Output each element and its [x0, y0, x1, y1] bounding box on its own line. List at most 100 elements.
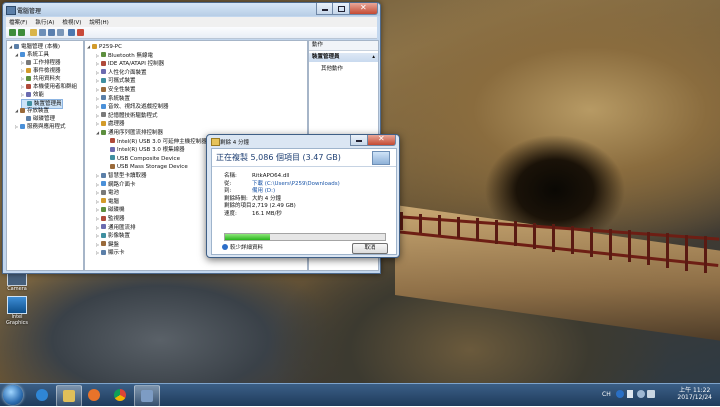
forward-arrow-icon[interactable] — [18, 29, 25, 36]
tree-item[interactable]: ▷ 通用匯流排 — [96, 224, 136, 232]
guard-rail-post — [590, 227, 593, 257]
help-icon[interactable] — [48, 29, 55, 36]
taskbar-explorer[interactable] — [56, 385, 82, 407]
tree-item-label: 人性化介面裝置 — [108, 69, 147, 76]
menu-help[interactable]: 說明(H) — [89, 17, 108, 26]
tree-item[interactable]: ▷ 工作排程器 — [21, 59, 61, 67]
dialog-close-button[interactable]: ✕ — [367, 134, 396, 146]
device-category-icon — [26, 59, 31, 65]
tree-item[interactable]: ▷ 智慧型卡讀取器 — [96, 172, 147, 180]
tree-item[interactable]: ◢ P259-PC — [87, 43, 122, 51]
taskbar-computer-management[interactable] — [134, 385, 160, 407]
tree-item[interactable]: USB Composite Device — [105, 155, 180, 163]
tree-item[interactable]: ▷ 網路介面卡 — [96, 181, 136, 189]
tree-item[interactable]: ◢ 系統工具 — [15, 51, 49, 59]
copy-detail-value[interactable]: 備用 (D:) — [252, 188, 275, 194]
folder-icon[interactable] — [30, 29, 37, 36]
chrome-icon — [114, 389, 126, 401]
navigation-tree[interactable]: ◢ 電腦管理 (本機) ◢ 系統工具 ▷ 工作排程器 ▷ 事件檢視器 ▷ 共用資料夾 ▷ 本機使用者和… — [6, 40, 84, 271]
taskbar-ie[interactable] — [30, 385, 54, 405]
tree-item-label: 共用資料夾 — [33, 76, 61, 82]
start-button[interactable] — [3, 385, 23, 405]
tree-item[interactable]: ▷ 服務與應用程式 — [15, 123, 66, 131]
dialog-minimize-button[interactable] — [350, 135, 368, 146]
tree-item[interactable]: 磁碟管理 — [21, 115, 55, 123]
tree-item[interactable]: ▷ 本機使用者和群組 — [21, 83, 77, 91]
volume-icon[interactable] — [647, 390, 655, 398]
tree-item[interactable]: ▷ 事件檢視器 — [21, 67, 61, 75]
guard-rail-post — [609, 228, 612, 260]
close-button[interactable]: ✕ — [349, 3, 378, 15]
action-center-flag-icon[interactable] — [627, 390, 633, 398]
tree-item-label: 鍵盤 — [108, 241, 120, 248]
tree-item-label: 通用序列匯流排控制器 — [108, 130, 164, 136]
uninstall-icon[interactable] — [77, 29, 84, 36]
copy-detail-value[interactable]: 下載 (C:\Users\P259\Downloads) — [252, 181, 340, 187]
maximize-button[interactable] — [332, 3, 350, 15]
tree-item[interactable]: ▷ 電腦 — [96, 198, 119, 206]
tree-item[interactable]: ▷ 鍵盤 — [96, 241, 119, 249]
menu-file[interactable]: 檔案(F) — [9, 17, 27, 26]
tree-item[interactable]: ▷ 人性化介面裝置 — [96, 69, 147, 77]
tree-item[interactable]: ▷ 監視器 — [96, 215, 125, 223]
tree-item[interactable]: ▷ 系統裝置 — [96, 95, 130, 103]
actions-more-label: 其他動作 — [321, 66, 344, 72]
tree-item[interactable]: ▷ 電池 — [96, 189, 119, 197]
tree-item[interactable]: Intel(R) USB 3.0 根集線器 — [105, 146, 185, 154]
tree-item-label: 記憶體技術驅動程式 — [108, 112, 158, 119]
back-arrow-icon[interactable] — [9, 29, 16, 36]
input-method-icon[interactable] — [616, 390, 624, 398]
copy-detail-value: 16.1 MB/秒 — [252, 210, 282, 217]
tree-item[interactable]: USB Mass Storage Device — [105, 163, 188, 171]
dialog-title: 剩餘 4 分鐘 — [220, 140, 249, 146]
tree-item[interactable]: ▷ IDE ATA/ATAPI 控制器 — [96, 60, 164, 68]
menu-view[interactable]: 檢視(V) — [62, 17, 81, 26]
clock[interactable]: 上午 11:22 2017/12/24 — [677, 387, 712, 401]
tree-item[interactable]: ▷ 記憶體技術驅動程式 — [96, 112, 158, 120]
tree-item[interactable]: ▷ 安全性裝置 — [96, 86, 136, 94]
tree-item[interactable]: ▷ 音效、視訊及遊戲控制器 — [96, 103, 169, 111]
tree-item[interactable]: ▷ 共用資料夾 — [21, 75, 61, 83]
tree-item-label: 電腦 — [108, 198, 120, 205]
tree-item[interactable]: Intel(R) USB 3.0 可延伸主機控制器 — [105, 138, 207, 146]
desktop-icon-intel-graphics[interactable]: Intel Graphics — [2, 296, 32, 326]
tree-item[interactable]: ▷ Bluetooth 無線電 — [96, 52, 153, 60]
tree-item[interactable]: ◢ 通用序列匯流排控制器 — [96, 129, 163, 137]
language-indicator[interactable]: CH — [602, 391, 611, 398]
tree-item-label: 可攜式裝置 — [108, 78, 136, 85]
scan-hardware-icon[interactable] — [57, 29, 64, 36]
taskbar-media[interactable] — [82, 385, 106, 405]
taskbar: CH 上午 11:22 2017/12/24 — [0, 383, 720, 407]
tree-item[interactable]: ▷ 磁碟機 — [96, 206, 125, 214]
tree-item[interactable]: ▷ 效能 — [21, 91, 44, 99]
network-icon[interactable] — [637, 390, 645, 398]
device-category-icon — [101, 129, 106, 135]
less-details-toggle[interactable]: 較少詳細資料 — [222, 244, 263, 252]
actions-section-device-manager[interactable]: 裝置管理員 ▴ — [309, 53, 378, 62]
tree-item-label: USB Composite Device — [117, 155, 180, 162]
actions-header: 動作 — [309, 41, 378, 51]
properties-icon[interactable] — [39, 29, 46, 36]
tree-item[interactable]: ▷ 顯示卡 — [96, 249, 125, 257]
guard-rail-post — [400, 212, 403, 230]
taskbar-chrome[interactable] — [108, 385, 132, 405]
tree-item[interactable]: ▷ 影像裝置 — [96, 232, 130, 240]
tree-item[interactable]: ▷ 處理器 — [96, 120, 125, 128]
intel-graphics-icon — [7, 296, 27, 314]
copy-detail-key: 速度: — [224, 210, 237, 217]
tree-item[interactable]: ◢ 存放裝置 — [15, 107, 49, 115]
tree-item-label: 影像裝置 — [108, 233, 131, 240]
guard-rail-post — [571, 225, 574, 255]
minimize-icon — [356, 140, 362, 142]
copy-progress-dialog[interactable]: 剩餘 4 分鐘 ✕ 正在複製 5,086 個項目 (3.47 GB) 名稱: Ri… — [206, 134, 400, 258]
tree-item[interactable]: ◢ 電腦管理 (本機) — [9, 43, 60, 51]
device-category-icon — [110, 155, 115, 161]
window-titlebar[interactable]: 電腦管理 ✕ — [3, 3, 380, 16]
tree-item[interactable]: ▷ 可攜式裝置 — [96, 77, 136, 85]
update-driver-icon[interactable] — [68, 29, 75, 36]
actions-more[interactable]: 其他動作▸ — [309, 65, 378, 74]
menu-action[interactable]: 執行(A) — [35, 17, 54, 26]
copy-caption: 正在複製 5,086 個項目 (3.47 GB) — [216, 153, 341, 162]
cancel-button[interactable]: 取消 — [352, 243, 388, 254]
device-category-icon — [101, 120, 106, 126]
